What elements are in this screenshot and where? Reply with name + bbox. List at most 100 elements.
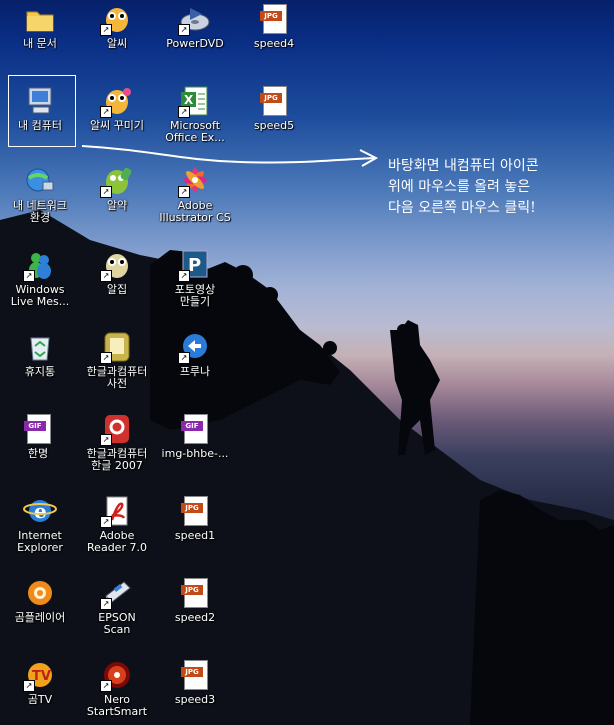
shortcut-arrow-icon: ↗ xyxy=(100,598,112,610)
shortcut-arrow-icon: ↗ xyxy=(100,680,112,692)
desktop-icon-hangul-dictionary[interactable]: ↗ 한글과컴퓨터 사전 xyxy=(77,330,157,390)
shortcut-arrow-icon: ↗ xyxy=(100,106,112,118)
shortcut-arrow-icon: ↗ xyxy=(100,516,112,528)
icon-label: speed4 xyxy=(253,37,295,50)
icon-label: 내 컴퓨터 xyxy=(18,119,62,132)
recycle-bin-icon xyxy=(23,330,57,364)
desktop-icon-internet-explorer[interactable]: e Internet Explorer xyxy=(0,494,80,554)
network-icon xyxy=(23,164,57,198)
icon-label: 알약 xyxy=(106,199,128,212)
messenger-icon: ↗ xyxy=(23,248,57,282)
file-type-badge: JPG xyxy=(181,667,203,677)
desktop-icon-nero[interactable]: ↗ Nero StartSmart xyxy=(77,658,157,718)
desktop-icon-speed5[interactable]: JPG speed5 xyxy=(234,84,314,132)
icon-label: 내 네트워크 환경 xyxy=(12,199,68,224)
photo-video-icon: P ↗ xyxy=(178,248,212,282)
desktop-icon-speed4[interactable]: JPG speed4 xyxy=(234,2,314,50)
desktop-icon-pruna[interactable]: ↗ 프루나 xyxy=(155,330,235,378)
aljip-icon: ↗ xyxy=(100,248,134,282)
jpg-file-icon: JPG xyxy=(178,494,212,528)
desktop-icon-recycle-bin[interactable]: 휴지통 xyxy=(0,330,80,378)
gom-tv-icon: TV ↗ xyxy=(23,658,57,692)
adobe-reader-icon: ↗ xyxy=(100,494,134,528)
shortcut-arrow-icon: ↗ xyxy=(178,24,190,36)
desktop-icon-photo-video[interactable]: P ↗ 포토영상 만들기 xyxy=(155,248,235,308)
icon-label: 한글과컴퓨터 한글 2007 xyxy=(86,447,148,472)
desktop-icon-epson-scan[interactable]: ↗ EPSON Scan xyxy=(77,576,157,636)
icon-label: 한글과컴퓨터 사전 xyxy=(86,365,148,390)
desktop-icon-speed3[interactable]: JPG speed3 xyxy=(155,658,235,706)
icon-label: PowerDVD xyxy=(166,37,224,50)
jpg-file-icon: JPG xyxy=(178,658,212,692)
shortcut-arrow-icon: ↗ xyxy=(100,186,112,198)
desktop-icon-speed1[interactable]: JPG speed1 xyxy=(155,494,235,542)
file-type-badge: JPG xyxy=(181,585,203,595)
scanner-icon: ↗ xyxy=(100,576,134,610)
desktop-icon-ms-office-excel[interactable]: X ↗ Microsoft Office Ex... xyxy=(155,84,235,144)
shortcut-arrow-icon: ↗ xyxy=(23,680,35,692)
pruna-icon: ↗ xyxy=(178,330,212,364)
desktop-icon-speed2[interactable]: JPG speed2 xyxy=(155,576,235,624)
jpg-file-icon: JPG xyxy=(257,84,291,118)
folder-icon xyxy=(23,2,57,36)
desktop-icon-hangul-2007[interactable]: ↗ 한글과컴퓨터 한글 2007 xyxy=(77,412,157,472)
illustrator-icon: ↗ xyxy=(178,164,212,198)
desktop-icon-alssi-kkumigi[interactable]: ↗ 알씨 꾸미기 xyxy=(77,84,157,132)
desktop-icon-gom-player[interactable]: 곰플레이어 xyxy=(0,576,80,624)
icon-label: Adobe Illustrator CS xyxy=(159,199,231,224)
desktop-icon-img-bhbe[interactable]: GIF img-bhbe-... xyxy=(155,412,235,460)
icon-label: 내 문서 xyxy=(23,37,57,50)
alssi-icon: ↗ xyxy=(100,84,134,118)
gif-file-icon: GIF xyxy=(178,412,212,446)
desktop-icon-powerdvd[interactable]: ↗ PowerDVD xyxy=(155,2,235,50)
desktop-icon-my-network[interactable]: 내 네트워크 환경 xyxy=(0,164,80,224)
desktop-icon-my-documents[interactable]: 내 문서 xyxy=(0,2,80,50)
icon-label: Windows Live Mes... xyxy=(10,283,70,308)
desktop-icon-gom-tv[interactable]: TV ↗ 곰TV xyxy=(0,658,80,706)
icon-label: EPSON Scan xyxy=(98,611,136,636)
file-type-badge: JPG xyxy=(260,11,282,21)
icon-label: Nero StartSmart xyxy=(86,693,148,718)
icon-label: 휴지통 xyxy=(24,365,56,378)
gif-file-icon: GIF xyxy=(21,412,55,446)
icon-label: 한명 xyxy=(27,447,49,460)
shortcut-arrow-icon: ↗ xyxy=(100,24,112,36)
icon-label: 곰TV xyxy=(27,693,53,706)
icon-label: speed1 xyxy=(174,529,216,542)
jpg-file-icon: JPG xyxy=(257,2,291,36)
desktop-icon-windows-live-messenger[interactable]: ↗ Windows Live Mes... xyxy=(0,248,80,308)
shortcut-arrow-icon: ↗ xyxy=(178,106,190,118)
shortcut-arrow-icon: ↗ xyxy=(178,270,190,282)
shortcut-arrow-icon: ↗ xyxy=(178,186,190,198)
excel-icon: X ↗ xyxy=(178,84,212,118)
icon-label: Microsoft Office Ex... xyxy=(165,119,225,144)
icon-label: 포토영상 만들기 xyxy=(174,283,216,308)
icon-label: 알집 xyxy=(106,283,128,296)
alssi-icon: ↗ xyxy=(100,2,134,36)
gom-player-icon xyxy=(23,576,57,610)
svg-text:e: e xyxy=(34,499,47,523)
desktop-icon-my-computer[interactable]: 내 컴퓨터 xyxy=(0,84,80,132)
icon-label: Internet Explorer xyxy=(17,529,63,554)
desktop-icon-alyak[interactable]: ↗ 알약 xyxy=(77,164,157,212)
dictionary-icon: ↗ xyxy=(100,330,134,364)
ie-icon: e xyxy=(23,494,57,528)
file-type-badge: GIF xyxy=(181,421,203,431)
hangul-icon: ↗ xyxy=(100,412,134,446)
file-type-badge: GIF xyxy=(24,421,46,431)
desktop-icon-hanmyeong[interactable]: GIF 한명 xyxy=(0,412,78,460)
desktop-icon-aljip[interactable]: ↗ 알집 xyxy=(77,248,157,296)
icon-label: 프루나 xyxy=(179,365,211,378)
desktop-icon-adobe-illustrator[interactable]: ↗ Adobe Illustrator CS xyxy=(155,164,235,224)
svg-text:X: X xyxy=(184,93,194,107)
desktop-icon-alssi[interactable]: ↗ 알씨 xyxy=(77,2,157,50)
desktop-background[interactable]: 내 문서 내 컴퓨터 내 네트워크 환경 ↗ Windows Live Mes.… xyxy=(0,0,614,725)
desktop-icon-adobe-reader[interactable]: ↗ Adobe Reader 7.0 xyxy=(77,494,157,554)
icon-label: Adobe Reader 7.0 xyxy=(87,529,147,554)
icon-label: img-bhbe-... xyxy=(161,447,229,460)
shortcut-arrow-icon: ↗ xyxy=(100,270,112,282)
shortcut-arrow-icon: ↗ xyxy=(100,352,112,364)
icon-label: speed5 xyxy=(253,119,295,132)
jpg-file-icon: JPG xyxy=(178,576,212,610)
annotation-text: 바탕화면 내컴퓨터 아이콘 위에 마우스를 올려 놓은 다음 오른쪽 마우스 클… xyxy=(388,158,539,216)
